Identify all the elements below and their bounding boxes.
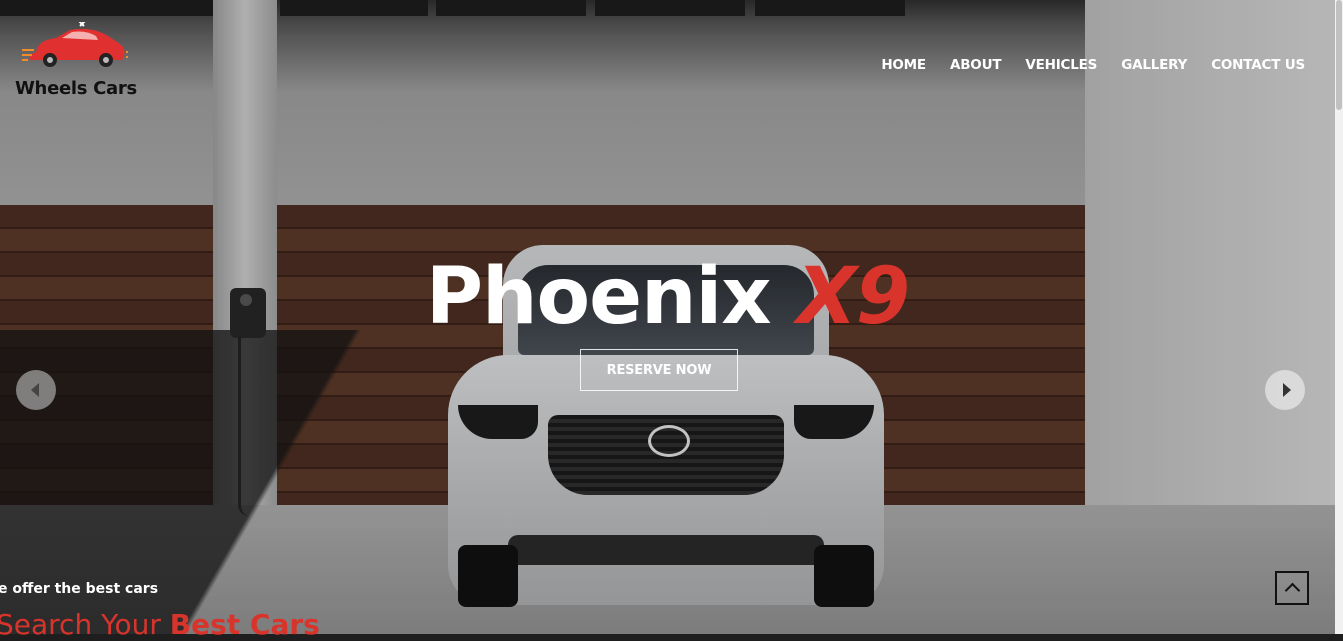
nav-gallery[interactable]: GALLERY	[1121, 57, 1187, 73]
slider-next-button[interactable]	[1265, 370, 1305, 410]
nav-vehicles[interactable]: VEHICLES	[1025, 57, 1097, 73]
nav-about[interactable]: ABOUT	[950, 57, 1002, 73]
main-nav: HOME ABOUT VEHICLES GALLERY CONTACT US	[857, 57, 1305, 73]
section-tagline: e offer the best cars	[0, 581, 159, 597]
nav-home[interactable]: HOME	[881, 57, 926, 73]
page-scrollbar[interactable]	[1335, 0, 1343, 634]
hero-title: Phoenix X9	[0, 252, 1335, 342]
section-title: Search Your Best Cars	[0, 608, 320, 641]
brand-name: Wheels Cars	[15, 78, 137, 99]
hero-title-accent: X9	[796, 252, 910, 342]
reserve-now-button[interactable]: RESERVE NOW	[580, 349, 738, 391]
slider-prev-button[interactable]	[16, 370, 56, 410]
brand-logo[interactable]: Wheels Cars	[0, 0, 160, 110]
section-title-light: Search Your	[0, 608, 170, 641]
chevron-right-icon	[1282, 383, 1291, 397]
car-logo-icon	[22, 22, 128, 67]
hero-title-main: Phoenix	[425, 252, 772, 342]
scrollbar-thumb[interactable]	[1336, 0, 1342, 110]
nav-contact-us[interactable]: CONTACT US	[1211, 57, 1305, 73]
chevron-up-icon	[1284, 582, 1300, 599]
chevron-left-icon	[30, 383, 39, 397]
section-title-bold: Best Cars	[169, 608, 320, 641]
back-to-top-button[interactable]	[1275, 571, 1309, 605]
